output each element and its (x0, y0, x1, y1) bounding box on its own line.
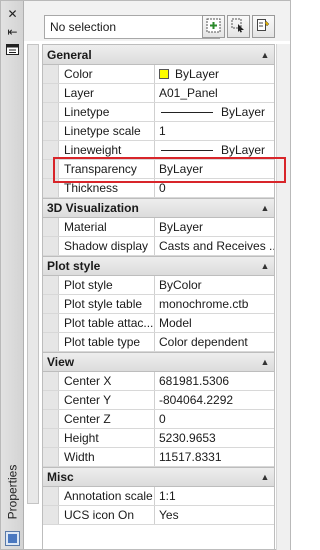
property-row-center-y[interactable]: Center Y -804064.2292 (43, 391, 274, 410)
property-row-center-x[interactable]: Center X 681981.5306 (43, 372, 274, 391)
property-value[interactable]: Model (155, 314, 274, 332)
select-objects-button[interactable] (227, 15, 250, 38)
autohide-icon[interactable]: ⇤ (5, 25, 20, 38)
property-value[interactable]: 5230.9653 (155, 429, 274, 447)
property-name: Material (59, 218, 155, 236)
property-name: UCS icon On (59, 506, 155, 524)
property-value[interactable]: Color dependent (155, 333, 274, 351)
property-name: Lineweight (59, 141, 155, 159)
quick-select-icon (256, 18, 271, 36)
property-name: Center X (59, 372, 155, 390)
property-row-transparency[interactable]: Transparency ByLayer (43, 160, 274, 179)
property-value[interactable]: Casts and Receives ... (155, 237, 274, 255)
property-value[interactable]: 681981.5306 (155, 372, 274, 390)
property-row-linetype-scale[interactable]: Linetype scale 1 (43, 122, 274, 141)
property-value[interactable]: Yes (155, 506, 274, 524)
property-row-ucs-icon-on[interactable]: UCS icon On Yes (43, 506, 274, 525)
palette-title-strip: ✕ ⇤ Properties (1, 1, 24, 549)
property-name: Color (59, 65, 155, 83)
collapse-icon[interactable]: ▲ (256, 357, 274, 367)
property-value[interactable]: monochrome.ctb (155, 295, 274, 313)
property-name: Layer (59, 84, 155, 102)
property-value[interactable]: ByLayer (155, 65, 274, 83)
property-name: Linetype (59, 103, 155, 121)
panel-scrollbar[interactable] (276, 44, 290, 550)
property-row-lineweight[interactable]: Lineweight ByLayer (43, 141, 274, 160)
property-row-height[interactable]: Height 5230.9653 (43, 429, 274, 448)
collapse-icon[interactable]: ▲ (256, 203, 274, 213)
property-row-plot-table-type[interactable]: Plot table type Color dependent (43, 333, 274, 352)
property-name: Annotation scale (59, 487, 155, 505)
property-value[interactable]: 0 (155, 410, 274, 428)
property-name: Shadow display (59, 237, 155, 255)
property-row-center-z[interactable]: Center Z 0 (43, 410, 274, 429)
pickadd-toggle-button[interactable] (202, 15, 225, 38)
properties-menu-icon[interactable] (5, 43, 20, 56)
property-value[interactable]: 0 (155, 179, 274, 197)
property-value[interactable]: 1 (155, 122, 274, 140)
color-swatch (159, 69, 169, 79)
property-name: Plot table type (59, 333, 155, 351)
collapse-icon[interactable]: ▲ (256, 472, 274, 482)
property-row-shadow-display[interactable]: Shadow display Casts and Receives ... (43, 237, 274, 256)
property-name: Linetype scale (59, 122, 155, 140)
section-header-view[interactable]: View ▲ (43, 352, 274, 372)
property-row-plot-style-table[interactable]: Plot style table monochrome.ctb (43, 295, 274, 314)
selection-value: No selection (50, 20, 117, 34)
property-name: Center Y (59, 391, 155, 409)
property-name: Thickness (59, 179, 155, 197)
property-name: Center Z (59, 410, 155, 428)
selection-dropdown[interactable]: No selection ⌵ (44, 15, 220, 39)
property-row-annotation-scale[interactable]: Annotation scale 1:1 (43, 487, 274, 506)
linetype-preview (161, 111, 213, 113)
palette-icon (5, 531, 20, 546)
selection-toolbar: No selection ⌵ (24, 1, 290, 41)
property-row-plot-table-attached[interactable]: Plot table attac... Model (43, 314, 274, 333)
section-header-general[interactable]: General ▲ (43, 45, 274, 65)
lineweight-preview (161, 149, 213, 151)
property-name: Plot table attac... (59, 314, 155, 332)
property-value[interactable]: ByLayer (155, 218, 274, 236)
property-row-material[interactable]: Material ByLayer (43, 218, 274, 237)
property-name: Plot style (59, 276, 155, 294)
property-name: Plot style table (59, 295, 155, 313)
property-row-linetype[interactable]: Linetype ByLayer (43, 103, 274, 122)
property-name: Width (59, 448, 155, 466)
collapse-icon[interactable]: ▲ (256, 261, 274, 271)
section-header-plot-style[interactable]: Plot style ▲ (43, 256, 274, 276)
property-row-thickness[interactable]: Thickness 0 (43, 179, 274, 198)
property-row-width[interactable]: Width 11517.8331 (43, 448, 274, 467)
property-value[interactable]: ByLayer (155, 103, 274, 121)
property-row-layer[interactable]: Layer A01_Panel (43, 84, 274, 103)
pickadd-toggle-icon (206, 18, 221, 36)
property-row-plot-style[interactable]: Plot style ByColor (43, 276, 274, 295)
property-value[interactable]: ByColor (155, 276, 274, 294)
property-name: Transparency (59, 160, 155, 178)
palette-title: Properties (5, 464, 20, 520)
property-value[interactable]: ByLayer (155, 141, 274, 159)
panel-scroll-handle[interactable] (27, 44, 39, 504)
close-icon[interactable]: ✕ (5, 7, 20, 20)
quick-select-button[interactable] (252, 15, 275, 38)
select-objects-icon (231, 18, 246, 36)
property-name: Height (59, 429, 155, 447)
property-row-color[interactable]: Color ByLayer (43, 65, 274, 84)
section-header-misc[interactable]: Misc ▲ (43, 467, 274, 487)
property-value[interactable]: 11517.8331 (155, 448, 274, 466)
properties-grid: General ▲ Color ByLayer Layer A01_Panel … (42, 44, 275, 550)
section-header-3d-visualization[interactable]: 3D Visualization ▲ (43, 198, 274, 218)
property-value[interactable]: 1:1 (155, 487, 274, 505)
property-value[interactable]: A01_Panel (155, 84, 274, 102)
collapse-icon[interactable]: ▲ (256, 50, 274, 60)
property-value[interactable]: ByLayer (155, 160, 274, 178)
property-value[interactable]: -804064.2292 (155, 391, 274, 409)
